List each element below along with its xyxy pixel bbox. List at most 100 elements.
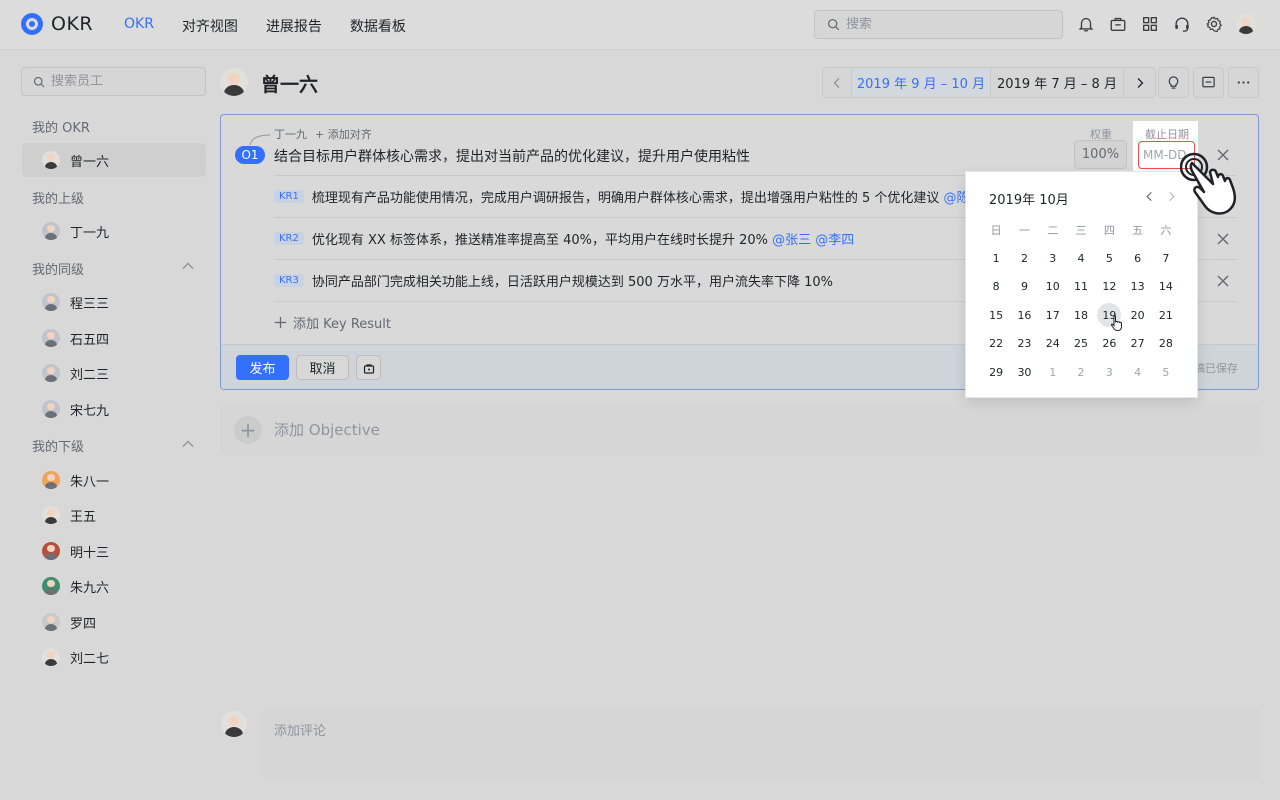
- calendar-day[interactable]: 29: [982, 358, 1010, 386]
- calendar-day[interactable]: 10: [1039, 273, 1067, 301]
- sidebar-item-subordinate[interactable]: 朱九六: [22, 569, 206, 603]
- private-toggle-button[interactable]: [356, 355, 381, 380]
- calendar-day-number: 8: [992, 280, 1000, 294]
- chevron-up-icon[interactable]: [181, 437, 195, 451]
- calendar-day[interactable]: 11: [1067, 273, 1095, 301]
- calendar-day[interactable]: 1: [1039, 358, 1067, 386]
- calendar-day[interactable]: 9: [1010, 273, 1038, 301]
- next-month-button[interactable]: [1164, 189, 1178, 203]
- calendar-day[interactable]: 25: [1067, 330, 1095, 358]
- period-tab[interactable]: 2019 年 9 月 – 10 月: [852, 68, 991, 97]
- mention[interactable]: @张三 @李四: [772, 233, 854, 248]
- calendar-day[interactable]: 5: [1095, 244, 1123, 272]
- prev-period-button[interactable]: [823, 68, 852, 97]
- employee-search-input[interactable]: [51, 74, 201, 89]
- calendar-day[interactable]: 28: [1152, 330, 1180, 358]
- calendar-day-number: 18: [1074, 308, 1089, 322]
- calendar-day[interactable]: 14: [1152, 273, 1180, 301]
- sidebar-item-me[interactable]: 曾一六: [22, 143, 206, 177]
- calendar-day[interactable]: 18: [1067, 301, 1095, 329]
- calendar-day[interactable]: 22: [982, 330, 1010, 358]
- calendar-day[interactable]: 16: [1010, 301, 1038, 329]
- period-switcher: 2019 年 9 月 – 10 月 2019 年 7 月 – 8 月: [822, 67, 1156, 98]
- calendar-day[interactable]: 8: [982, 273, 1010, 301]
- calendar-day[interactable]: 20: [1123, 301, 1151, 329]
- nav-progress-report[interactable]: 进展报告: [266, 16, 322, 36]
- calendar-day[interactable]: 27: [1123, 330, 1151, 358]
- add-objective-button[interactable]: + 添加 Objective: [220, 405, 1259, 454]
- calendar-day[interactable]: 17: [1039, 301, 1067, 329]
- calendar-day[interactable]: 24: [1039, 330, 1067, 358]
- publish-button[interactable]: 发布: [236, 355, 289, 380]
- avatar: [42, 577, 60, 595]
- comment-panel-button[interactable]: [1193, 67, 1224, 98]
- sidebar-item-peer[interactable]: 刘二三: [22, 356, 206, 390]
- cancel-button[interactable]: 取消: [296, 355, 349, 380]
- avatar: [42, 648, 60, 666]
- bell-icon[interactable]: [1076, 14, 1096, 34]
- calendar-day-number: 15: [989, 308, 1004, 322]
- kr-content: 优化现有 XX 标签体系，推送精准率提高至 40%，平均用户在线时长提升 20%: [311, 233, 773, 248]
- chevron-up-icon[interactable]: [181, 259, 195, 273]
- calendar-day[interactable]: 12: [1095, 273, 1123, 301]
- period-tab[interactable]: 2019 年 7 月 – 8 月: [991, 68, 1124, 97]
- calendar-day[interactable]: 13: [1123, 273, 1151, 301]
- lightbulb-button[interactable]: [1158, 67, 1189, 98]
- calendar-day[interactable]: 23: [1010, 330, 1038, 358]
- user-avatar[interactable]: [1236, 14, 1256, 34]
- briefcase-icon[interactable]: [1108, 14, 1128, 34]
- person-name: 曾一六: [70, 154, 110, 170]
- calendar-day[interactable]: 6: [1123, 244, 1151, 272]
- calendar-day[interactable]: 30: [1010, 358, 1038, 386]
- calendar-day-number: 25: [1074, 337, 1089, 351]
- global-search[interactable]: [814, 10, 1063, 39]
- calendar-day-number: 9: [1020, 280, 1028, 294]
- sidebar-item-subordinate[interactable]: 刘二七: [22, 640, 206, 674]
- kr-tag: KR3: [274, 274, 304, 287]
- calendar-day[interactable]: 2: [1067, 358, 1095, 386]
- comment-box[interactable]: [263, 709, 1259, 779]
- calendar-day-number: 7: [1162, 252, 1170, 266]
- weight-input[interactable]: 100%: [1074, 140, 1127, 169]
- settings-icon[interactable]: [1204, 14, 1224, 34]
- calendar-day[interactable]: 15: [982, 301, 1010, 329]
- calendar-day[interactable]: 21: [1152, 301, 1180, 329]
- sidebar-item-peer[interactable]: 石五四: [22, 321, 206, 355]
- app-logo[interactable]: OKR: [21, 13, 93, 35]
- align-owner[interactable]: 丁一九: [274, 126, 307, 142]
- person-name: 王五: [70, 509, 97, 525]
- prev-month-button[interactable]: [1142, 189, 1156, 203]
- nav-alignment-view[interactable]: 对齐视图: [182, 16, 238, 36]
- page-title: 曾一六: [261, 74, 319, 96]
- more-button[interactable]: [1228, 67, 1259, 98]
- calendar-day[interactable]: 2: [1010, 244, 1038, 272]
- add-key-result-button[interactable]: 添加 Key Result: [274, 313, 391, 332]
- calendar-day[interactable]: 5: [1152, 358, 1180, 386]
- sidebar-item-peer[interactable]: 程三三: [22, 285, 206, 319]
- add-alignment-link[interactable]: + 添加对齐: [315, 126, 372, 142]
- calendar-day-number: 1: [992, 252, 1000, 266]
- nav-data-dashboard[interactable]: 数据看板: [350, 16, 406, 36]
- headset-icon[interactable]: [1172, 14, 1192, 34]
- sidebar-item-subordinate[interactable]: 罗四: [22, 605, 206, 639]
- calendar-day[interactable]: 4: [1067, 244, 1095, 272]
- calendar-day[interactable]: 1: [982, 244, 1010, 272]
- calendar-day[interactable]: 4: [1123, 358, 1151, 386]
- sidebar-item-superior[interactable]: 丁一九: [22, 214, 206, 248]
- sidebar-item-subordinate[interactable]: 王五: [22, 498, 206, 532]
- calendar-day-number: 3: [1049, 252, 1057, 266]
- sidebar-item-subordinate[interactable]: 明十三: [22, 534, 206, 568]
- next-period-button[interactable]: [1124, 68, 1155, 97]
- nav-okr[interactable]: OKR: [124, 16, 154, 36]
- calendar-day[interactable]: 3: [1039, 244, 1067, 272]
- comment-input[interactable]: [274, 720, 1248, 768]
- sidebar-item-peer[interactable]: 宋七九: [22, 392, 206, 426]
- calendar-day[interactable]: 26: [1095, 330, 1123, 358]
- calendar-day[interactable]: 3: [1095, 358, 1123, 386]
- search-input[interactable]: [846, 17, 1036, 32]
- calendar-day[interactable]: 7: [1152, 244, 1180, 272]
- apps-grid-icon[interactable]: [1140, 14, 1160, 34]
- sidebar-item-subordinate[interactable]: 朱八一: [22, 463, 206, 497]
- objective-title[interactable]: 结合目标用户群体核心需求，提出对当前产品的优化建议，提升用户使用粘性: [274, 146, 750, 166]
- employee-search[interactable]: [21, 67, 206, 96]
